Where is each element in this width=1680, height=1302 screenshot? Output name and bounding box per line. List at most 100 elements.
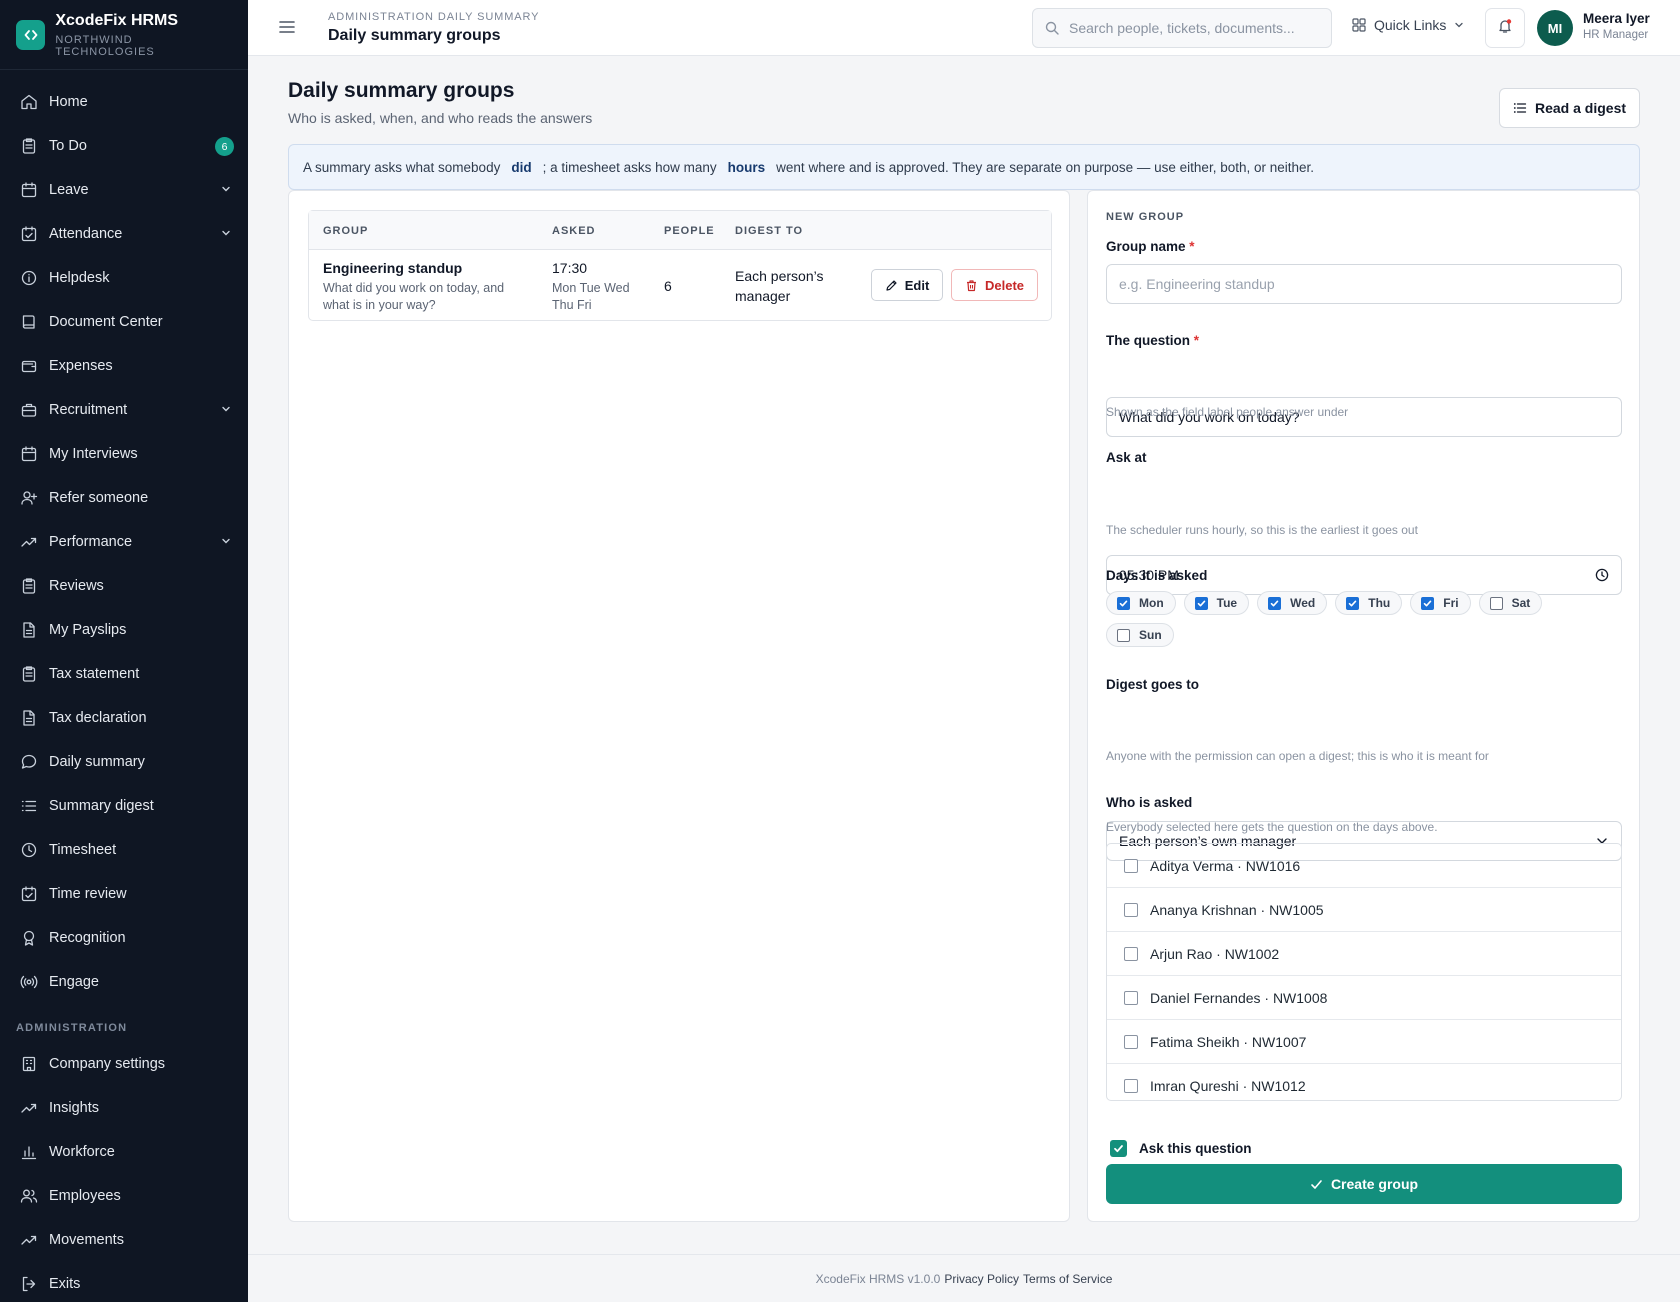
delete-button[interactable]: Delete <box>951 269 1038 301</box>
sidebar-item-summary-digest[interactable]: Summary digest <box>0 784 248 828</box>
sidebar-item-exits[interactable]: Exits <box>0 1262 248 1302</box>
brand[interactable]: XcodeFix HRMS NORTHWIND TECHNOLOGIES <box>0 0 248 70</box>
footer-version: XcodeFix HRMS v1.0.0 <box>815 1271 941 1286</box>
list-item[interactable]: Imran Qureshi · NW1012 <box>1107 1064 1621 1100</box>
checkbox-icon[interactable] <box>1124 1034 1138 1049</box>
sidebar-item-attendance[interactable]: Attendance <box>0 212 248 256</box>
ask-at-hint: The scheduler runs hourly, so this is th… <box>1106 523 1418 537</box>
day-label: Sun <box>1139 628 1162 642</box>
checkbox-icon[interactable] <box>1124 902 1138 917</box>
trending-up-icon <box>20 1099 38 1117</box>
checkbox-icon[interactable] <box>1124 946 1138 961</box>
column-header-group: GROUP <box>323 225 369 237</box>
sidebar-item-recruitment[interactable]: Recruitment <box>0 388 248 432</box>
day-sat[interactable]: Sat <box>1478 591 1543 615</box>
question-label: The question * <box>1106 333 1622 348</box>
sidebar-item-to-do[interactable]: To Do 6 <box>0 124 248 168</box>
clipboard-icon <box>20 137 38 155</box>
column-header-digest-to: DIGEST TO <box>735 225 804 237</box>
checkbox-icon[interactable] <box>1117 628 1130 642</box>
create-group-button[interactable]: Create group <box>1106 1164 1622 1204</box>
sidebar-item-leave[interactable]: Leave <box>0 168 248 212</box>
sidebar-item-recognition[interactable]: Recognition <box>0 916 248 960</box>
privacy-policy-link[interactable]: Privacy Policy <box>944 1272 1019 1286</box>
groups-card: GROUP ASKED PEOPLE DIGEST TO Engineering… <box>288 190 1070 1222</box>
briefcase-icon <box>20 401 38 419</box>
sidebar-item-label: Attendance <box>49 226 123 242</box>
sidebar-item-employees[interactable]: Employees <box>0 1174 248 1218</box>
sidebar-section-administration: ADMINISTRATION <box>16 1022 128 1034</box>
list-item[interactable]: Arjun Rao · NW1002 <box>1107 932 1621 976</box>
home-icon <box>20 93 38 111</box>
question-label-text: The question <box>1106 333 1190 348</box>
list-item[interactable]: Daniel Fernandes · NW1008 <box>1107 976 1621 1020</box>
list-item[interactable]: Ananya Krishnan · NW1005 <box>1107 888 1621 932</box>
sidebar-item-tax-declaration[interactable]: Tax declaration <box>0 696 248 740</box>
sidebar-item-performance[interactable]: Performance <box>0 520 248 564</box>
person-label: Arjun Rao · NW1002 <box>1150 945 1280 962</box>
sidebar-item-my-interviews[interactable]: My Interviews <box>0 432 248 476</box>
sidebar-item-helpdesk[interactable]: Helpdesk <box>0 256 248 300</box>
sidebar-item-movements[interactable]: Movements <box>0 1218 248 1262</box>
edit-button[interactable]: Edit <box>871 269 943 301</box>
group-question: What did you work on today, and what is … <box>323 281 505 312</box>
sidebar-item-workforce[interactable]: Workforce <box>0 1130 248 1174</box>
checkbox-checked-icon[interactable] <box>1117 596 1130 610</box>
read-digest-label: Read a digest <box>1534 100 1627 116</box>
day-fri[interactable]: Fri <box>1410 591 1471 615</box>
list-icon <box>20 797 38 815</box>
checkbox-icon[interactable] <box>1124 1078 1138 1093</box>
menu-icon[interactable] <box>278 18 296 41</box>
sidebar-item-time-review[interactable]: Time review <box>0 872 248 916</box>
sidebar-item-refer-someone[interactable]: Refer someone <box>0 476 248 520</box>
user-name[interactable]: Meera Iyer <box>1583 11 1650 26</box>
group-name-field[interactable]: e.g. Engineering standup <box>1106 264 1622 304</box>
header-title: Daily summary groups <box>328 27 501 44</box>
info-banner: A summary asks what somebody did ; a tim… <box>288 144 1640 190</box>
breadcrumb: ADMINISTRATION DAILY SUMMARY <box>328 11 540 23</box>
checkbox-icon[interactable] <box>1124 990 1138 1005</box>
checkbox-checked-icon[interactable] <box>1346 596 1360 610</box>
notifications-button[interactable] <box>1485 8 1525 48</box>
checkbox-checked-icon[interactable] <box>1194 596 1208 610</box>
checkbox-checked-icon[interactable] <box>1110 1140 1127 1157</box>
day-mon[interactable]: Mon <box>1106 591 1176 615</box>
sidebar-item-expenses[interactable]: Expenses <box>0 344 248 388</box>
digest-label: Digest goes to <box>1106 677 1200 692</box>
sidebar-item-label: Reviews <box>49 578 104 594</box>
checkbox-checked-icon[interactable] <box>1421 596 1435 610</box>
checkbox-icon[interactable] <box>1489 596 1503 610</box>
sidebar-item-my-payslips[interactable]: My Payslips <box>0 608 248 652</box>
page-subtitle: Who is asked, when, and who reads the an… <box>288 110 593 126</box>
search-input[interactable]: Search people, tickets, documents... <box>1032 8 1332 48</box>
day-sun[interactable]: Sun <box>1106 623 1174 647</box>
sidebar-item-reviews[interactable]: Reviews <box>0 564 248 608</box>
read-digest-button[interactable]: Read a digest <box>1499 88 1640 128</box>
chevron-down-icon <box>220 403 232 419</box>
sidebar-item-home[interactable]: Home <box>0 80 248 124</box>
sidebar-item-timesheet[interactable]: Timesheet <box>0 828 248 872</box>
day-tue[interactable]: Tue <box>1183 591 1250 615</box>
day-thu[interactable]: Thu <box>1335 591 1403 615</box>
sidebar-item-label: Engage <box>49 974 99 990</box>
terms-of-service-link[interactable]: Terms of Service <box>1023 1272 1112 1286</box>
sidebar-item-daily-summary[interactable]: Daily summary <box>0 740 248 784</box>
sidebar-item-label: Refer someone <box>49 490 149 506</box>
list-item[interactable]: Aditya Verma · NW1016 <box>1107 844 1621 888</box>
sidebar-item-engage[interactable]: Engage <box>0 960 248 1004</box>
sidebar-admin-nav: Company settings Insights Workforce Employe… <box>0 1042 248 1302</box>
ask-question-toggle[interactable]: Ask this question <box>1110 1140 1626 1157</box>
sidebar-item-label: Summary digest <box>49 798 154 814</box>
person-label: Aditya Verma · NW1016 <box>1150 857 1301 874</box>
list-item[interactable]: Fatima Sheikh · NW1007 <box>1107 1020 1621 1064</box>
checkbox-checked-icon[interactable] <box>1268 596 1282 610</box>
quick-links-button[interactable]: Quick Links <box>1352 17 1464 33</box>
sidebar-item-document-center[interactable]: Document Center <box>0 300 248 344</box>
avatar[interactable]: MI <box>1537 10 1573 46</box>
sidebar-item-company-settings[interactable]: Company settings <box>0 1042 248 1086</box>
sidebar-item-insights[interactable]: Insights <box>0 1086 248 1130</box>
sidebar-item-tax-statement[interactable]: Tax statement <box>0 652 248 696</box>
day-wed[interactable]: Wed <box>1257 591 1328 615</box>
checkbox-icon[interactable] <box>1124 858 1138 873</box>
sidebar-item-label: Tax statement <box>49 666 140 682</box>
